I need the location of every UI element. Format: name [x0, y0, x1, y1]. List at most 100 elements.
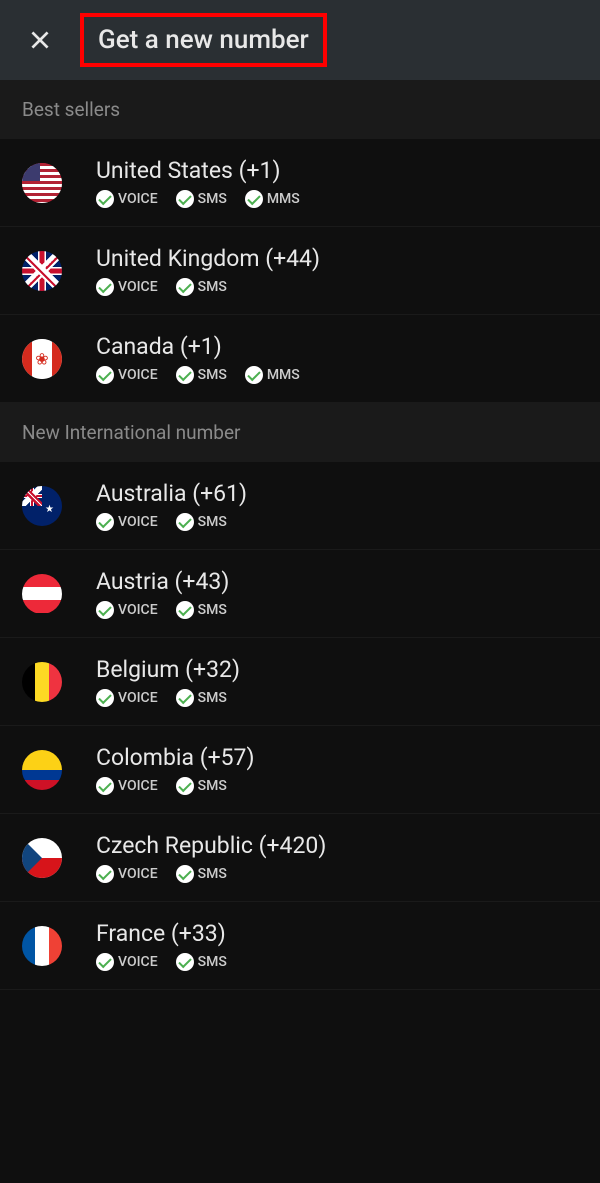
feature-label: VOICE [118, 778, 158, 794]
check-icon [176, 865, 194, 883]
header: Get a new number [0, 0, 600, 80]
feature-label: SMS [198, 778, 227, 794]
close-icon[interactable] [20, 20, 60, 60]
country-row-be[interactable]: Belgium (+32) VOICESMS [0, 638, 600, 726]
country-info: Belgium (+32) VOICESMS [96, 656, 240, 707]
check-icon [96, 278, 114, 296]
check-icon [96, 190, 114, 208]
country-features: VOICE SMS MMS [96, 190, 300, 208]
country-name: Canada (+1) [96, 333, 300, 360]
country-features: VOICE SMS [96, 865, 326, 883]
country-features: VOICE SMS [96, 777, 254, 795]
feature-label: VOICE [118, 954, 158, 970]
feature-sms: SMS [176, 190, 227, 208]
country-name: Czech Republic (+420) [96, 832, 326, 859]
flag-icon-ca [22, 339, 62, 379]
check-icon [96, 513, 114, 531]
feature-voice: VOICE [96, 601, 158, 619]
feature-voice: VOICE [96, 513, 158, 531]
check-icon [176, 366, 194, 384]
flag-icon-be [22, 662, 62, 702]
feature-label: SMS [198, 954, 227, 970]
check-icon [96, 689, 114, 707]
feature-voice: VOICE [96, 190, 158, 208]
country-features: VOICESMS [96, 689, 240, 707]
country-info: France (+33) VOICE SMS [96, 920, 227, 971]
feature-label: VOICE [118, 191, 158, 207]
country-features: VOICE SMS [96, 601, 229, 619]
feature-sms: SMS [176, 513, 227, 531]
country-info: Australia (+61)VOICESMS [96, 480, 247, 531]
feature-label: VOICE [118, 602, 158, 618]
country-row-us[interactable]: United States (+1)VOICESMSMMS [0, 139, 600, 227]
country-row-cz[interactable]: Czech Republic (+420) VOICE SMS [0, 814, 600, 902]
feature-voice: VOICE [96, 865, 158, 883]
section-header: Best sellers [0, 80, 600, 139]
country-info: Colombia (+57) VOICE SMS [96, 744, 254, 795]
check-icon [96, 865, 114, 883]
feature-label: MMS [267, 191, 300, 207]
feature-label: SMS [198, 514, 227, 530]
feature-sms: SMS [176, 865, 227, 883]
feature-voice: VOICE [96, 777, 158, 795]
feature-label: SMS [198, 191, 227, 207]
country-row-uk[interactable]: United Kingdom (+44)VOICESMS [0, 227, 600, 315]
flag-icon-cz [22, 838, 62, 878]
country-info: United States (+1)VOICESMSMMS [96, 157, 300, 208]
check-icon [176, 777, 194, 795]
check-icon [96, 366, 114, 384]
country-row-co[interactable]: Colombia (+57) VOICE SMS [0, 726, 600, 814]
feature-voice: VOICE [96, 366, 158, 384]
feature-mms: MMS [245, 366, 300, 384]
feature-label: SMS [198, 690, 227, 706]
feature-voice: VOICE [96, 278, 158, 296]
country-row-at[interactable]: Austria (+43) VOICE SMS [0, 550, 600, 638]
feature-sms: SMS [176, 777, 227, 795]
check-icon [176, 513, 194, 531]
country-info: Czech Republic (+420) VOICE SMS [96, 832, 326, 883]
feature-mms: MMS [245, 190, 300, 208]
page-title: Get a new number [98, 25, 309, 55]
country-name: Colombia (+57) [96, 744, 254, 771]
flag-icon-us [22, 163, 62, 203]
section-header: New International number [0, 403, 600, 462]
country-info: Austria (+43) VOICE SMS [96, 568, 229, 619]
feature-label: VOICE [118, 279, 158, 295]
feature-label: SMS [198, 279, 227, 295]
country-features: VOICE SMS [96, 953, 227, 971]
country-name: France (+33) [96, 920, 227, 947]
check-icon [96, 601, 114, 619]
check-icon [96, 777, 114, 795]
check-icon [96, 953, 114, 971]
flag-icon-fr [22, 926, 62, 966]
flag-icon-co [22, 750, 62, 790]
flag-icon-au [22, 486, 62, 526]
title-highlight-box: Get a new number [80, 13, 327, 67]
feature-label: SMS [198, 866, 227, 882]
flag-icon-at [22, 574, 62, 614]
flag-icon-uk [22, 251, 62, 291]
feature-sms: SMS [176, 366, 227, 384]
feature-label: SMS [198, 602, 227, 618]
country-row-au[interactable]: Australia (+61)VOICESMS [0, 462, 600, 550]
country-row-ca[interactable]: Canada (+1) VOICE SMS MMS [0, 315, 600, 403]
check-icon [245, 366, 263, 384]
country-name: Austria (+43) [96, 568, 229, 595]
feature-label: VOICE [118, 367, 158, 383]
feature-label: VOICE [118, 514, 158, 530]
check-icon [176, 689, 194, 707]
country-name: Belgium (+32) [96, 656, 240, 683]
feature-sms: SMS [176, 953, 227, 971]
feature-label: SMS [198, 367, 227, 383]
feature-label: VOICE [118, 866, 158, 882]
country-features: VOICE SMS MMS [96, 366, 300, 384]
check-icon [176, 190, 194, 208]
check-icon [176, 601, 194, 619]
check-icon [245, 190, 263, 208]
feature-sms: SMS [176, 601, 227, 619]
country-row-fr[interactable]: France (+33) VOICE SMS [0, 902, 600, 990]
country-features: VOICE SMS [96, 513, 247, 531]
feature-sms: SMS [176, 278, 227, 296]
feature-label: MMS [267, 367, 300, 383]
feature-sms: SMS [176, 689, 227, 707]
